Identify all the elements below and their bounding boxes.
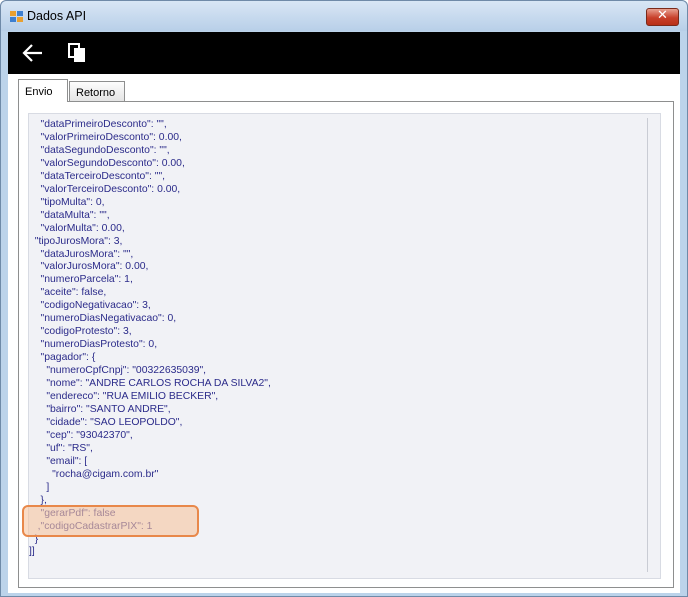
json-line: "tipoJurosMora": 3, bbox=[29, 235, 123, 247]
toolbar bbox=[8, 32, 680, 74]
app-icon bbox=[10, 11, 23, 22]
json-line: "valorPrimeiroDesconto": 0.00, bbox=[29, 131, 182, 143]
copy-button[interactable] bbox=[66, 41, 90, 67]
title-bar[interactable]: Dados API ✕ bbox=[1, 1, 687, 31]
vertical-scrollbar[interactable] bbox=[647, 118, 654, 572]
json-line: "valorSegundoDesconto": 0.00, bbox=[29, 157, 185, 169]
tab-envio[interactable]: Envio bbox=[18, 79, 68, 102]
json-line: "rocha@cigam.com.br" bbox=[29, 468, 159, 480]
json-text-area[interactable]: "dataPrimeiroDesconto": "", "valorPrimei… bbox=[28, 113, 661, 579]
close-button[interactable]: ✕ bbox=[646, 8, 679, 26]
json-line: "email": [ bbox=[29, 455, 88, 467]
json-line: }, bbox=[29, 494, 47, 506]
json-line: "dataSegundoDesconto": "", bbox=[29, 144, 170, 156]
json-line: "codigoProtesto": 3, bbox=[29, 326, 132, 338]
json-line: ,"codigoCadastrarPIX": 1 bbox=[29, 520, 153, 532]
json-line: "valorMulta": 0.00, bbox=[29, 222, 125, 234]
window-title: Dados API bbox=[27, 9, 87, 23]
arrow-left-icon bbox=[22, 44, 42, 62]
json-line: "tipoMulta": 0, bbox=[29, 196, 105, 208]
json-line: "endereco": "RUA EMILIO BECKER", bbox=[29, 391, 219, 403]
json-line: "numeroDiasProtesto": 0, bbox=[29, 339, 158, 351]
app-window: Dados API ✕ Envio Retorno "dataPrimeiroD bbox=[0, 0, 688, 597]
json-line: "dataTerceiroDesconto": "", bbox=[29, 170, 166, 182]
json-line: "cidade": "SAO LEOPOLDO", bbox=[29, 416, 183, 428]
json-line: "numeroParcela": 1, bbox=[29, 274, 133, 286]
close-icon: ✕ bbox=[657, 8, 668, 23]
json-line: "numeroCpfCnpj": "00322635039", bbox=[29, 365, 207, 377]
json-line: "aceite": false, bbox=[29, 287, 107, 299]
json-line: "dataMulta": "", bbox=[29, 209, 110, 221]
json-line: "cep": "93042370", bbox=[29, 429, 133, 441]
json-line: ] bbox=[29, 481, 50, 493]
json-line: "dataPrimeiroDesconto": "", bbox=[29, 119, 167, 130]
json-line: "numeroDiasNegativacao": 0, bbox=[29, 313, 177, 325]
json-line: ]] bbox=[29, 546, 35, 558]
json-line: "bairro": "SANTO ANDRE", bbox=[29, 403, 171, 415]
back-button[interactable] bbox=[20, 40, 46, 66]
tab-panel-envio: "dataPrimeiroDesconto": "", "valorPrimei… bbox=[18, 101, 674, 588]
json-line: "codigoNegativacao": 3, bbox=[29, 300, 151, 312]
json-line: "dataJurosMora": "", bbox=[29, 248, 134, 260]
tab-retorno[interactable]: Retorno bbox=[69, 81, 125, 102]
client-area: Envio Retorno "dataPrimeiroDesconto": ""… bbox=[8, 74, 680, 593]
copy-icon bbox=[68, 43, 85, 62]
json-content: "dataPrimeiroDesconto": "", "valorPrimei… bbox=[29, 119, 271, 559]
json-line: "valorJurosMora": 0.00, bbox=[29, 261, 149, 273]
json-line: "valorTerceiroDesconto": 0.00, bbox=[29, 183, 181, 195]
json-line: "pagador": { bbox=[29, 352, 96, 364]
json-line: "nome": "ANDRE CARLOS ROCHA DA SILVA2", bbox=[29, 378, 271, 390]
json-line: "uf": "RS", bbox=[29, 442, 93, 454]
json-line: "gerarPdf": false bbox=[29, 507, 116, 519]
json-line: } bbox=[29, 533, 39, 545]
